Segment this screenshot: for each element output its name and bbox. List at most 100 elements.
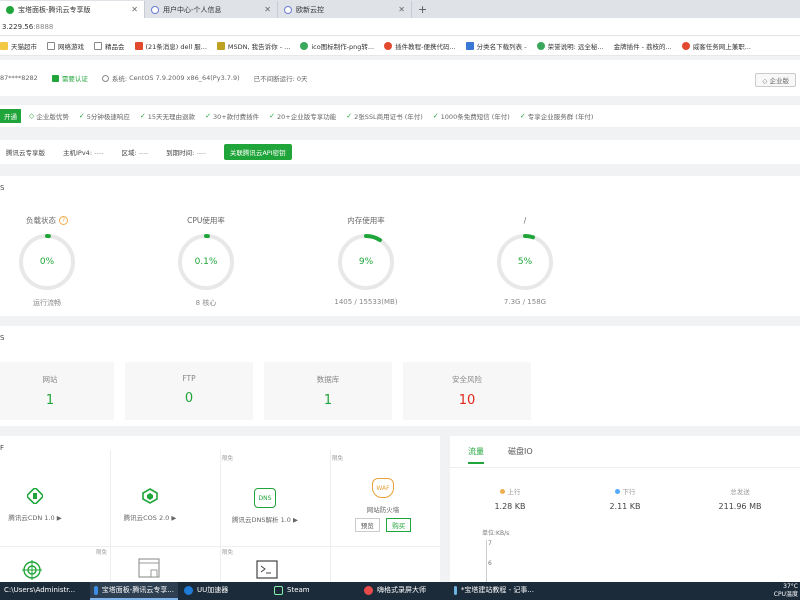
open-button[interactable]: 开通 xyxy=(0,109,21,123)
bookmark-item[interactable]: 天猫超市 xyxy=(0,41,37,51)
close-icon[interactable]: ✕ xyxy=(125,5,138,14)
dns-icon: DNS xyxy=(254,488,276,508)
cdn-icon xyxy=(26,487,44,505)
buy-button[interactable]: 购买 xyxy=(386,518,412,532)
preview-button[interactable]: 预览 xyxy=(354,518,380,532)
close-icon[interactable]: ✕ xyxy=(258,5,271,14)
overview-value: 10 xyxy=(458,393,476,408)
tab-cloud-control[interactable]: 欧新云控 ✕ xyxy=(278,1,412,18)
msdn-icon xyxy=(216,41,225,50)
trial-tag: 限免 xyxy=(332,456,344,462)
tab-label: 用户中心-个人信息 xyxy=(163,5,222,14)
tab-disk-io[interactable]: 磁盘IO xyxy=(508,446,533,464)
host-ipv4: 主机IPv4: ---- xyxy=(63,149,104,157)
bookmark-item[interactable]: ico图标制作-png转... xyxy=(300,41,374,51)
browser-tabbar: 宝塔面板-腾讯云专享版 ✕ 用户中心-个人信息 ✕ 欧新云控 ✕ + xyxy=(0,0,800,18)
overview-card-websites[interactable]: 网站 1 xyxy=(0,362,114,420)
trial-tag: 限免 xyxy=(222,550,234,556)
overview-label: 安全风险 xyxy=(452,375,482,384)
gauge-value: 9% xyxy=(358,257,374,267)
page-favicon-icon xyxy=(284,5,292,14)
taskbar-steam[interactable]: Steam xyxy=(270,582,358,600)
taskbar-explorer[interactable]: C:\Users\Administr... xyxy=(0,582,88,600)
panel-title: F xyxy=(0,444,5,452)
gauge-title: CPU使用率 xyxy=(187,215,225,225)
terminal-icon xyxy=(256,560,278,579)
bind-api-key-button[interactable]: 关联腾讯云API密钥 xyxy=(223,144,292,160)
gauge-memory[interactable]: 内存使用率 9% 1405 / 15533(MB) xyxy=(306,214,426,307)
software-dns[interactable]: DNS 腾讯云DNS解析 1.0 ▶ xyxy=(210,488,320,524)
address-bar[interactable]: 3.229.56:8888 xyxy=(0,18,800,36)
account-info-bar: 87****8282 需要认证 系统: CentOS 7.9.2009 x86_… xyxy=(0,60,800,96)
software-name: 腾讯云CDN 1.0 ▶ xyxy=(8,514,62,522)
overview-value: 0 xyxy=(184,391,194,406)
url-text: 3.229.56:8888 xyxy=(2,22,54,31)
overview-label: 数据库 xyxy=(316,375,340,384)
uu-icon xyxy=(184,585,193,595)
steam-icon xyxy=(274,585,283,595)
overview-value: 1 xyxy=(45,393,55,408)
software-name: 网站防火墙 xyxy=(366,506,400,514)
check-icon: ✓ xyxy=(205,112,211,120)
tab-baota-panel[interactable]: 宝塔面板-腾讯云专享版 ✕ xyxy=(0,1,145,18)
software-panel: F 腾讯云CDN 1.0 ▶ 腾讯云COS 2.0 ▶ 限免 DNS 腾讯云DN… xyxy=(0,436,440,582)
bookmark-item[interactable]: 网络游戏 xyxy=(47,41,84,51)
gauge-ring: 0.1% xyxy=(176,232,236,292)
help-icon[interactable]: ? xyxy=(59,215,68,225)
software-cos[interactable]: 腾讯云COS 2.0 ▶ xyxy=(95,488,205,522)
gauge-value: 0.1% xyxy=(194,257,218,267)
tencent-cloud-bar: 腾讯云专享版 主机IPv4: ---- 区域: ---- 到期时间: ---- … xyxy=(0,140,800,164)
tab-user-center[interactable]: 用户中心-个人信息 ✕ xyxy=(145,1,278,18)
target-icon xyxy=(22,560,42,580)
diamond-icon: ◇ xyxy=(762,77,768,85)
tab-label: 宝塔面板-腾讯云专享版 xyxy=(18,5,91,14)
close-icon[interactable]: ✕ xyxy=(392,5,405,14)
software-waf[interactable]: WAF 网站防火墙 预览 购买 xyxy=(328,478,438,532)
gauge-cpu[interactable]: CPU使用率 0.1% 8 核心 xyxy=(146,214,266,308)
feature-item: ✓ 30+款付费插件 xyxy=(205,112,260,121)
tab-traffic[interactable]: 流量 xyxy=(468,446,484,464)
overview-label: 网站 xyxy=(42,375,58,384)
taskbar-browser[interactable]: 宝塔面板-腾讯云专享... xyxy=(90,582,178,600)
gauge-disk[interactable]: / 5% 7.3G / 158G xyxy=(465,214,585,306)
bookmark-item[interactable]: 金牌插件 - 荔枝的... xyxy=(614,41,672,51)
gauge-value: 0% xyxy=(39,257,55,267)
overview-card-ftp[interactable]: FTP 0 xyxy=(125,362,253,420)
bookmark-item[interactable]: 分类名下载列表 - xyxy=(465,41,527,51)
system-tray[interactable]: 37°C CPU温度 xyxy=(774,583,798,599)
taskbar-notepad[interactable]: *宝塔建站教程 - 记事... xyxy=(450,582,538,600)
gauge-title: / xyxy=(523,215,527,225)
bookmark-item[interactable]: 威客任务网上兼职... xyxy=(681,41,751,51)
region: 区域: ---- xyxy=(121,149,149,157)
bookmark-item[interactable]: 荣誉说明: 远全秘... xyxy=(536,41,604,51)
taskbar-uu[interactable]: UU加速器 xyxy=(180,582,268,600)
panel-title: S xyxy=(0,334,5,342)
tencent-title: 腾讯云专享版 xyxy=(6,149,45,157)
windows-taskbar: C:\Users\Administr... 宝塔面板-腾讯云专享... UU加速… xyxy=(0,582,800,600)
taskbar-recorder[interactable]: 嗨格式录屏大师 xyxy=(360,582,448,600)
task-icon xyxy=(681,41,690,50)
bookmark-item[interactable]: MSDN, 我告诉你 - ... xyxy=(216,41,290,51)
chart-tick: 7 xyxy=(488,540,492,547)
overview-card-security-risk[interactable]: 安全风险 10 xyxy=(403,362,531,420)
folder-icon xyxy=(0,41,8,50)
baota-favicon-icon xyxy=(6,5,14,14)
gauge-ring: 0% xyxy=(17,232,77,292)
bookmark-item[interactable]: 精品会 xyxy=(94,41,125,51)
overview-card-database[interactable]: 数据库 1 xyxy=(264,362,392,420)
verify-icon xyxy=(51,74,59,82)
software-cdn[interactable]: 腾讯云CDN 1.0 ▶ xyxy=(0,487,90,522)
gauge-subtext: 运行流畅 xyxy=(33,299,61,307)
gauge-value: 5% xyxy=(517,257,533,267)
new-tab-button[interactable]: + xyxy=(412,1,433,18)
enterprise-button[interactable]: ◇ 企业版 xyxy=(755,73,796,87)
category-icon xyxy=(465,41,474,50)
gauge-title: 负载状态? xyxy=(0,214,107,226)
bookmark-item[interactable]: 插件教程-便携代码... xyxy=(384,41,456,51)
check-icon: ✓ xyxy=(139,112,146,120)
account-badge[interactable]: 需要认证 xyxy=(51,73,88,83)
gauge-subtext: 1405 / 15533(MB) xyxy=(334,298,398,306)
gauge-load[interactable]: 负载状态? 0% 运行流畅 xyxy=(0,214,107,308)
bookmark-item[interactable]: (21条消息) dell 服... xyxy=(134,41,207,51)
panel-title: S xyxy=(0,184,5,192)
